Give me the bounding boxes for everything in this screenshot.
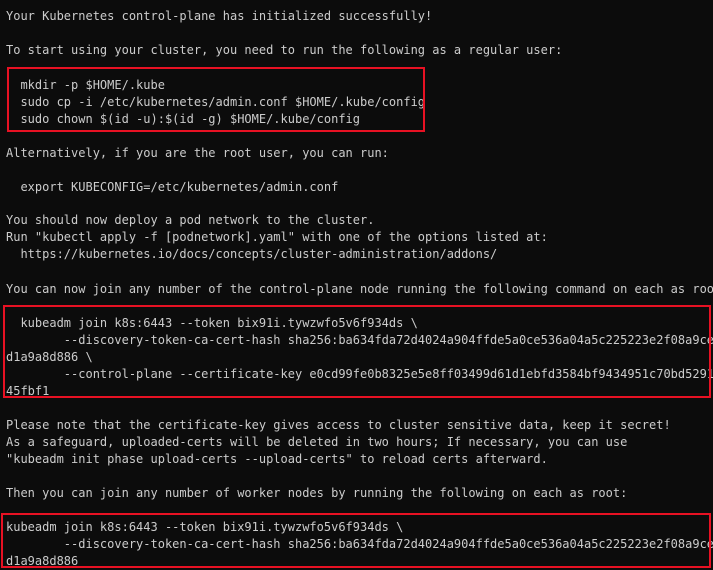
- warning-text: "kubeadm init phase upload-certs --uploa…: [6, 452, 548, 466]
- instruction-text: Run "kubectl apply -f [podnetwork].yaml"…: [6, 230, 548, 244]
- highlight-box-control-plane-join: [3, 305, 711, 398]
- instruction-text: Then you can join any number of worker n…: [6, 486, 628, 500]
- instruction-text: You can now join any number of the contr…: [6, 282, 713, 296]
- terminal-output[interactable]: Your Kubernetes control-plane has initia…: [0, 0, 713, 570]
- instruction-text: To start using your cluster, you need to…: [6, 43, 563, 57]
- highlight-box-kube-config: [7, 67, 425, 132]
- success-message: Your Kubernetes control-plane has initia…: [6, 9, 433, 23]
- instruction-text: Alternatively, if you are the root user,…: [6, 146, 389, 160]
- docs-url: https://kubernetes.io/docs/concepts/clus…: [6, 247, 498, 261]
- instruction-text: You should now deploy a pod network to t…: [6, 213, 375, 227]
- command-line: export KUBECONFIG=/etc/kubernetes/admin.…: [6, 180, 339, 194]
- highlight-box-worker-join: [1, 513, 711, 568]
- warning-text: Please note that the certificate-key giv…: [6, 418, 671, 432]
- warning-text: As a safeguard, uploaded-certs will be d…: [6, 435, 628, 449]
